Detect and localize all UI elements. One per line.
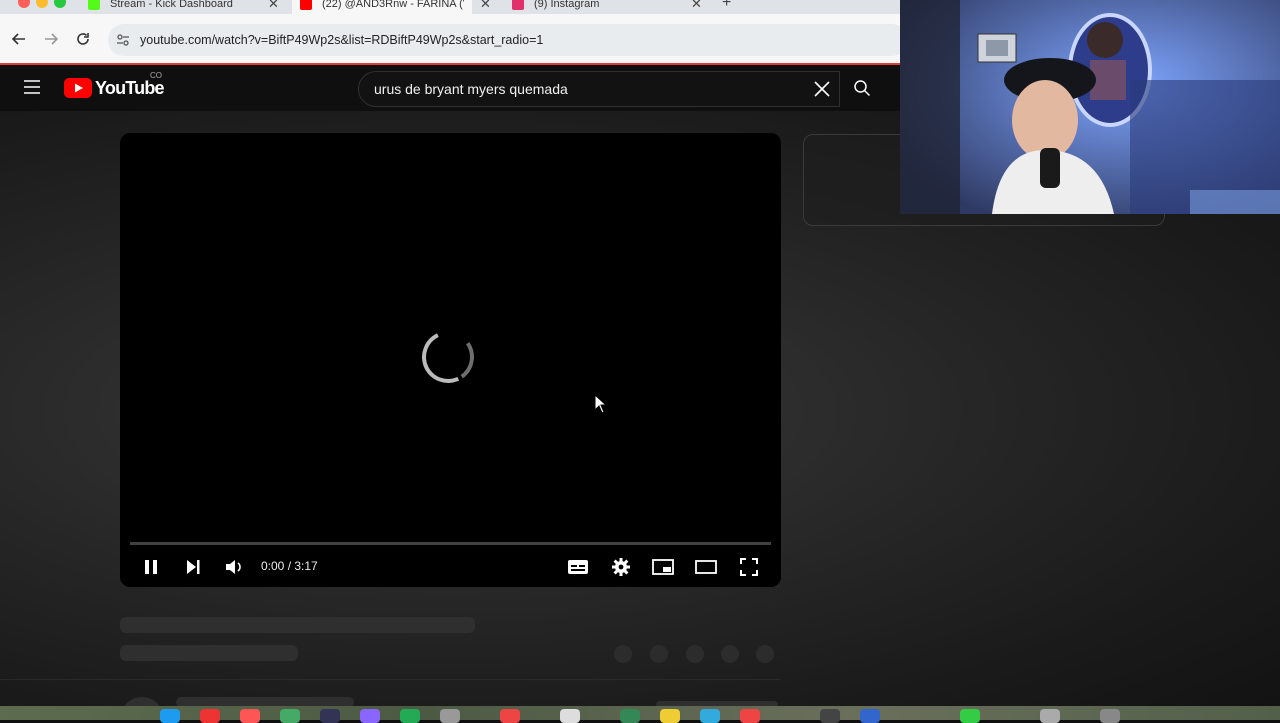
action-skeleton [721, 645, 739, 663]
search-input[interactable] [372, 80, 796, 98]
region-code: CO [150, 71, 162, 80]
hamburger-menu-icon[interactable] [22, 79, 42, 95]
window-zoom-button[interactable] [54, 0, 66, 8]
dock-app-icon[interactable] [280, 709, 300, 723]
forward-arrow-icon [45, 33, 58, 45]
dock-app-icon[interactable] [440, 709, 460, 723]
dock-app-icon[interactable] [240, 709, 260, 723]
address-bar[interactable]: youtube.com/watch?v=BiftP49Wp2s&list=RDB… [108, 24, 908, 56]
back-button[interactable] [8, 28, 30, 50]
loading-spinner-trail [417, 326, 479, 388]
search-button[interactable] [840, 71, 884, 105]
close-tab-icon[interactable]: ✕ [691, 0, 702, 14]
progress-bar[interactable] [130, 542, 771, 545]
webcam-feed-image [900, 0, 1280, 214]
dock-app-icon[interactable] [820, 709, 840, 723]
close-tab-icon[interactable]: ✕ [480, 0, 491, 14]
dock-app-icon[interactable] [620, 709, 640, 723]
youtube-wordmark: YouTube [95, 77, 165, 98]
subtitles-icon [568, 560, 588, 574]
tab-kick-dashboard[interactable]: Stream - Kick Dashboard [88, 0, 258, 14]
dock-app-icon[interactable] [860, 709, 880, 723]
tab-instagram[interactable]: (9) Instagram [512, 0, 682, 14]
search-icon [854, 80, 871, 97]
action-skeleton [650, 645, 668, 663]
forward-button[interactable] [40, 28, 62, 50]
subtitles-button[interactable] [565, 554, 591, 580]
dock-app-icon[interactable] [320, 709, 340, 723]
divider [0, 679, 780, 680]
next-button[interactable] [180, 554, 206, 580]
back-arrow-icon [12, 33, 25, 45]
miniplayer-button[interactable] [650, 554, 676, 580]
action-skeleton [614, 645, 632, 663]
theater-icon [695, 560, 717, 574]
dock-app-icon[interactable] [1100, 709, 1120, 723]
kick-favicon-icon [88, 0, 100, 10]
new-tab-icon[interactable]: + [722, 0, 731, 13]
dock-app-icon[interactable] [1040, 709, 1060, 723]
reload-button[interactable] [72, 28, 94, 50]
title-skeleton [120, 617, 475, 633]
fullscreen-icon [740, 558, 758, 576]
dock-app-icon[interactable] [200, 709, 220, 723]
browser-toolbar: youtube.com/watch?v=BiftP49Wp2s&list=RDB… [0, 14, 908, 65]
dock-app-icon[interactable] [160, 709, 180, 723]
dock-app-icon[interactable] [660, 709, 680, 723]
youtube-logo[interactable]: YouTube CO [64, 71, 165, 99]
youtube-favicon-icon [300, 0, 312, 10]
dock-app-icon[interactable] [560, 709, 580, 723]
pause-button[interactable] [138, 554, 164, 580]
dock-app-icon[interactable] [740, 709, 760, 723]
clear-search-icon[interactable] [813, 80, 831, 98]
fullscreen-button[interactable] [736, 554, 762, 580]
site-settings-icon[interactable] [116, 33, 130, 47]
tab-label: (22) @AND3Rnw - FARINA (V [322, 0, 464, 10]
dock-app-icon[interactable] [500, 709, 520, 723]
window-minimize-button[interactable] [36, 0, 48, 8]
youtube-play-logo-icon [64, 78, 92, 98]
url-text: youtube.com/watch?v=BiftP49Wp2s&list=RDB… [140, 33, 544, 47]
window-close-button[interactable] [18, 0, 30, 8]
settings-gear-icon [612, 558, 630, 576]
video-player[interactable]: 0:00 / 3:17 [120, 133, 781, 587]
miniplayer-icon [652, 559, 674, 575]
search-box[interactable] [358, 71, 840, 107]
channel-skeleton [120, 645, 298, 661]
volume-icon [226, 560, 241, 574]
tab-label: (9) Instagram [534, 0, 600, 10]
settings-button[interactable] [608, 554, 634, 580]
action-skeleton [686, 645, 704, 663]
dock-app-icon[interactable] [360, 709, 380, 723]
dock [0, 706, 1280, 723]
volume-button[interactable] [221, 554, 247, 580]
time-display: 0:00 / 3:17 [261, 559, 318, 573]
dock-app-icon[interactable] [700, 709, 720, 723]
instagram-favicon-icon [512, 0, 524, 10]
webcam-overlay [900, 0, 1280, 214]
dock-app-icon[interactable] [960, 709, 980, 723]
theater-mode-button[interactable] [693, 554, 719, 580]
reload-icon [77, 33, 89, 45]
next-icon [187, 560, 200, 574]
pause-icon [145, 560, 157, 574]
action-skeleton [756, 645, 774, 663]
tab-label: Stream - Kick Dashboard [110, 0, 233, 10]
tab-strip: Stream - Kick Dashboard ✕ (22) @AND3Rnw … [0, 0, 900, 14]
mouse-cursor-icon [594, 394, 608, 414]
close-tab-icon[interactable]: ✕ [268, 0, 279, 14]
youtube-header: YouTube CO [0, 65, 900, 111]
dock-app-icon[interactable] [400, 709, 420, 723]
tab-youtube[interactable]: (22) @AND3Rnw - FARINA (V [292, 0, 472, 14]
